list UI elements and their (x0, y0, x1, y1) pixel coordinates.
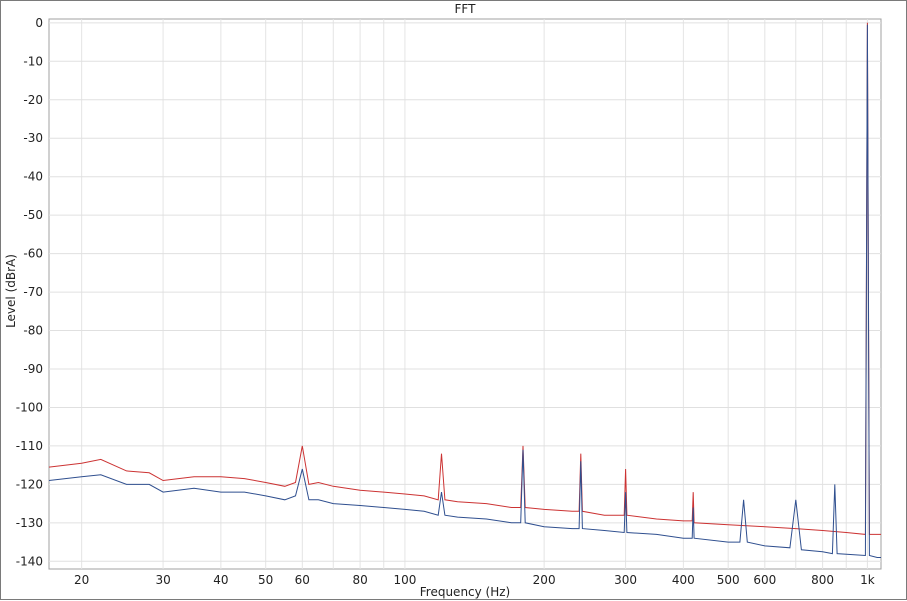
x-tick-label: 60 (295, 573, 310, 587)
y-tick-label: -130 (16, 516, 43, 530)
y-tick-label: -60 (23, 247, 43, 261)
x-tick-label: 500 (717, 573, 740, 587)
x-tick-label: 40 (213, 573, 228, 587)
y-tick-label: -50 (23, 208, 43, 222)
chart-frame: 20 30 40 50 60 80 100 200 300 400 500 600 800 1k 0 -10… (0, 0, 907, 600)
x-tick-label: 100 (393, 573, 416, 587)
y-tick-label: -110 (16, 439, 43, 453)
x-tick-label: 600 (753, 573, 776, 587)
y-tick-label: 0 (35, 16, 43, 30)
x-tick-label: 30 (155, 573, 170, 587)
y-axis-label: Level (dBrA) (4, 254, 18, 328)
y-tick-label: -80 (23, 324, 43, 338)
x-tick-label: 80 (352, 573, 367, 587)
x-tick-label: 400 (672, 573, 695, 587)
x-tick-label: 200 (533, 573, 556, 587)
y-tick-label: -30 (23, 131, 43, 145)
y-tick-label: -40 (23, 170, 43, 184)
x-tick-label: 50 (258, 573, 273, 587)
x-axis-label: Frequency (Hz) (420, 585, 511, 599)
y-tick-label: -20 (23, 93, 43, 107)
y-tick-label: -70 (23, 285, 43, 299)
x-tick-label: 1k (860, 573, 875, 587)
y-tick-label: -120 (16, 477, 43, 491)
fft-chart: 20 30 40 50 60 80 100 200 300 400 500 600 800 1k 0 -10… (4, 2, 882, 599)
x-tick-label: 800 (811, 573, 834, 587)
plot-area (48, 18, 882, 570)
y-tick-label: -10 (23, 54, 43, 68)
chart-title: FFT (455, 2, 477, 16)
x-tick-label: 300 (614, 573, 637, 587)
y-tick-label: -140 (16, 554, 43, 568)
y-tick-label: -90 (23, 362, 43, 376)
x-tick-label: 20 (74, 573, 89, 587)
y-tick-label: -100 (16, 400, 43, 414)
y-axis-ticks: 0 -10 -20 -30 -40 -50 -60 -70 -80 -90 -100 -110 -120… (16, 16, 43, 568)
